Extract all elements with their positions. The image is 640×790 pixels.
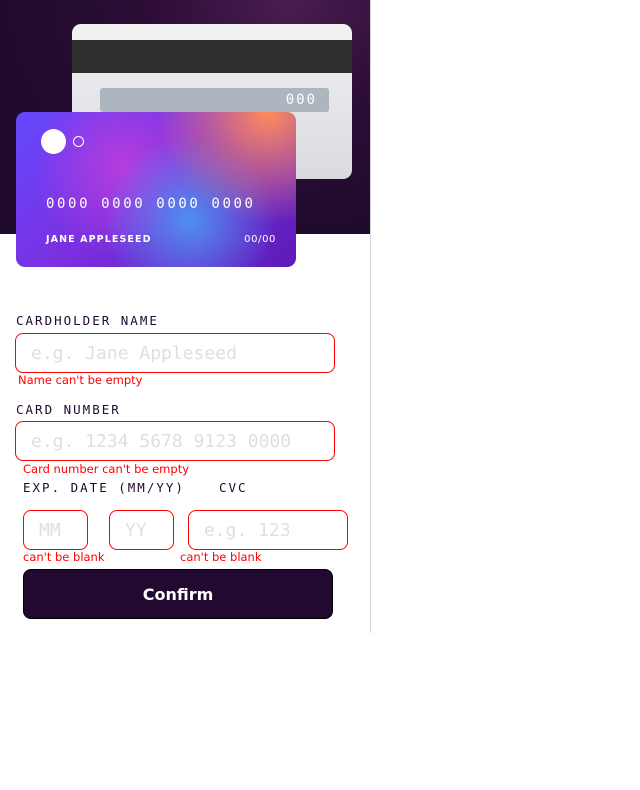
cardholder-name-label: Cardholder Name xyxy=(16,313,159,328)
card-front-number: 0000 0000 0000 0000 xyxy=(46,196,256,212)
expiry-month-input[interactable] xyxy=(23,510,88,550)
cardholder-name-error: Name can't be empty xyxy=(18,373,143,387)
cvc-input[interactable] xyxy=(188,510,348,550)
card-logo-outline-circle-icon xyxy=(73,136,84,147)
cardholder-name-input[interactable] xyxy=(15,333,335,373)
card-front-expiry: 00/00 xyxy=(244,234,276,245)
expiry-date-error: can't be blank xyxy=(23,550,105,564)
card-details-app: 000 0000 0000 0000 0000 JANE APPLESEED 0… xyxy=(0,0,371,633)
card-front-holder-name: JANE APPLESEED xyxy=(46,234,152,245)
cvc-label: CVC xyxy=(219,480,248,495)
card-number-error: Card number can't be empty xyxy=(23,462,190,476)
magnetic-stripe xyxy=(72,40,352,73)
card-back-cvc: 000 xyxy=(100,88,329,112)
card-number-label: Card Number xyxy=(16,402,121,417)
expiry-date-label: Exp. Date (MM/YY) xyxy=(23,480,185,495)
card-logo-filled-circle-icon xyxy=(41,129,66,154)
cvc-error: can't be blank xyxy=(180,550,262,564)
confirm-button[interactable]: Confirm xyxy=(23,569,333,619)
card-front: 0000 0000 0000 0000 JANE APPLESEED 00/00 xyxy=(16,112,296,267)
card-number-input[interactable] xyxy=(15,421,335,461)
expiry-year-input[interactable] xyxy=(109,510,174,550)
